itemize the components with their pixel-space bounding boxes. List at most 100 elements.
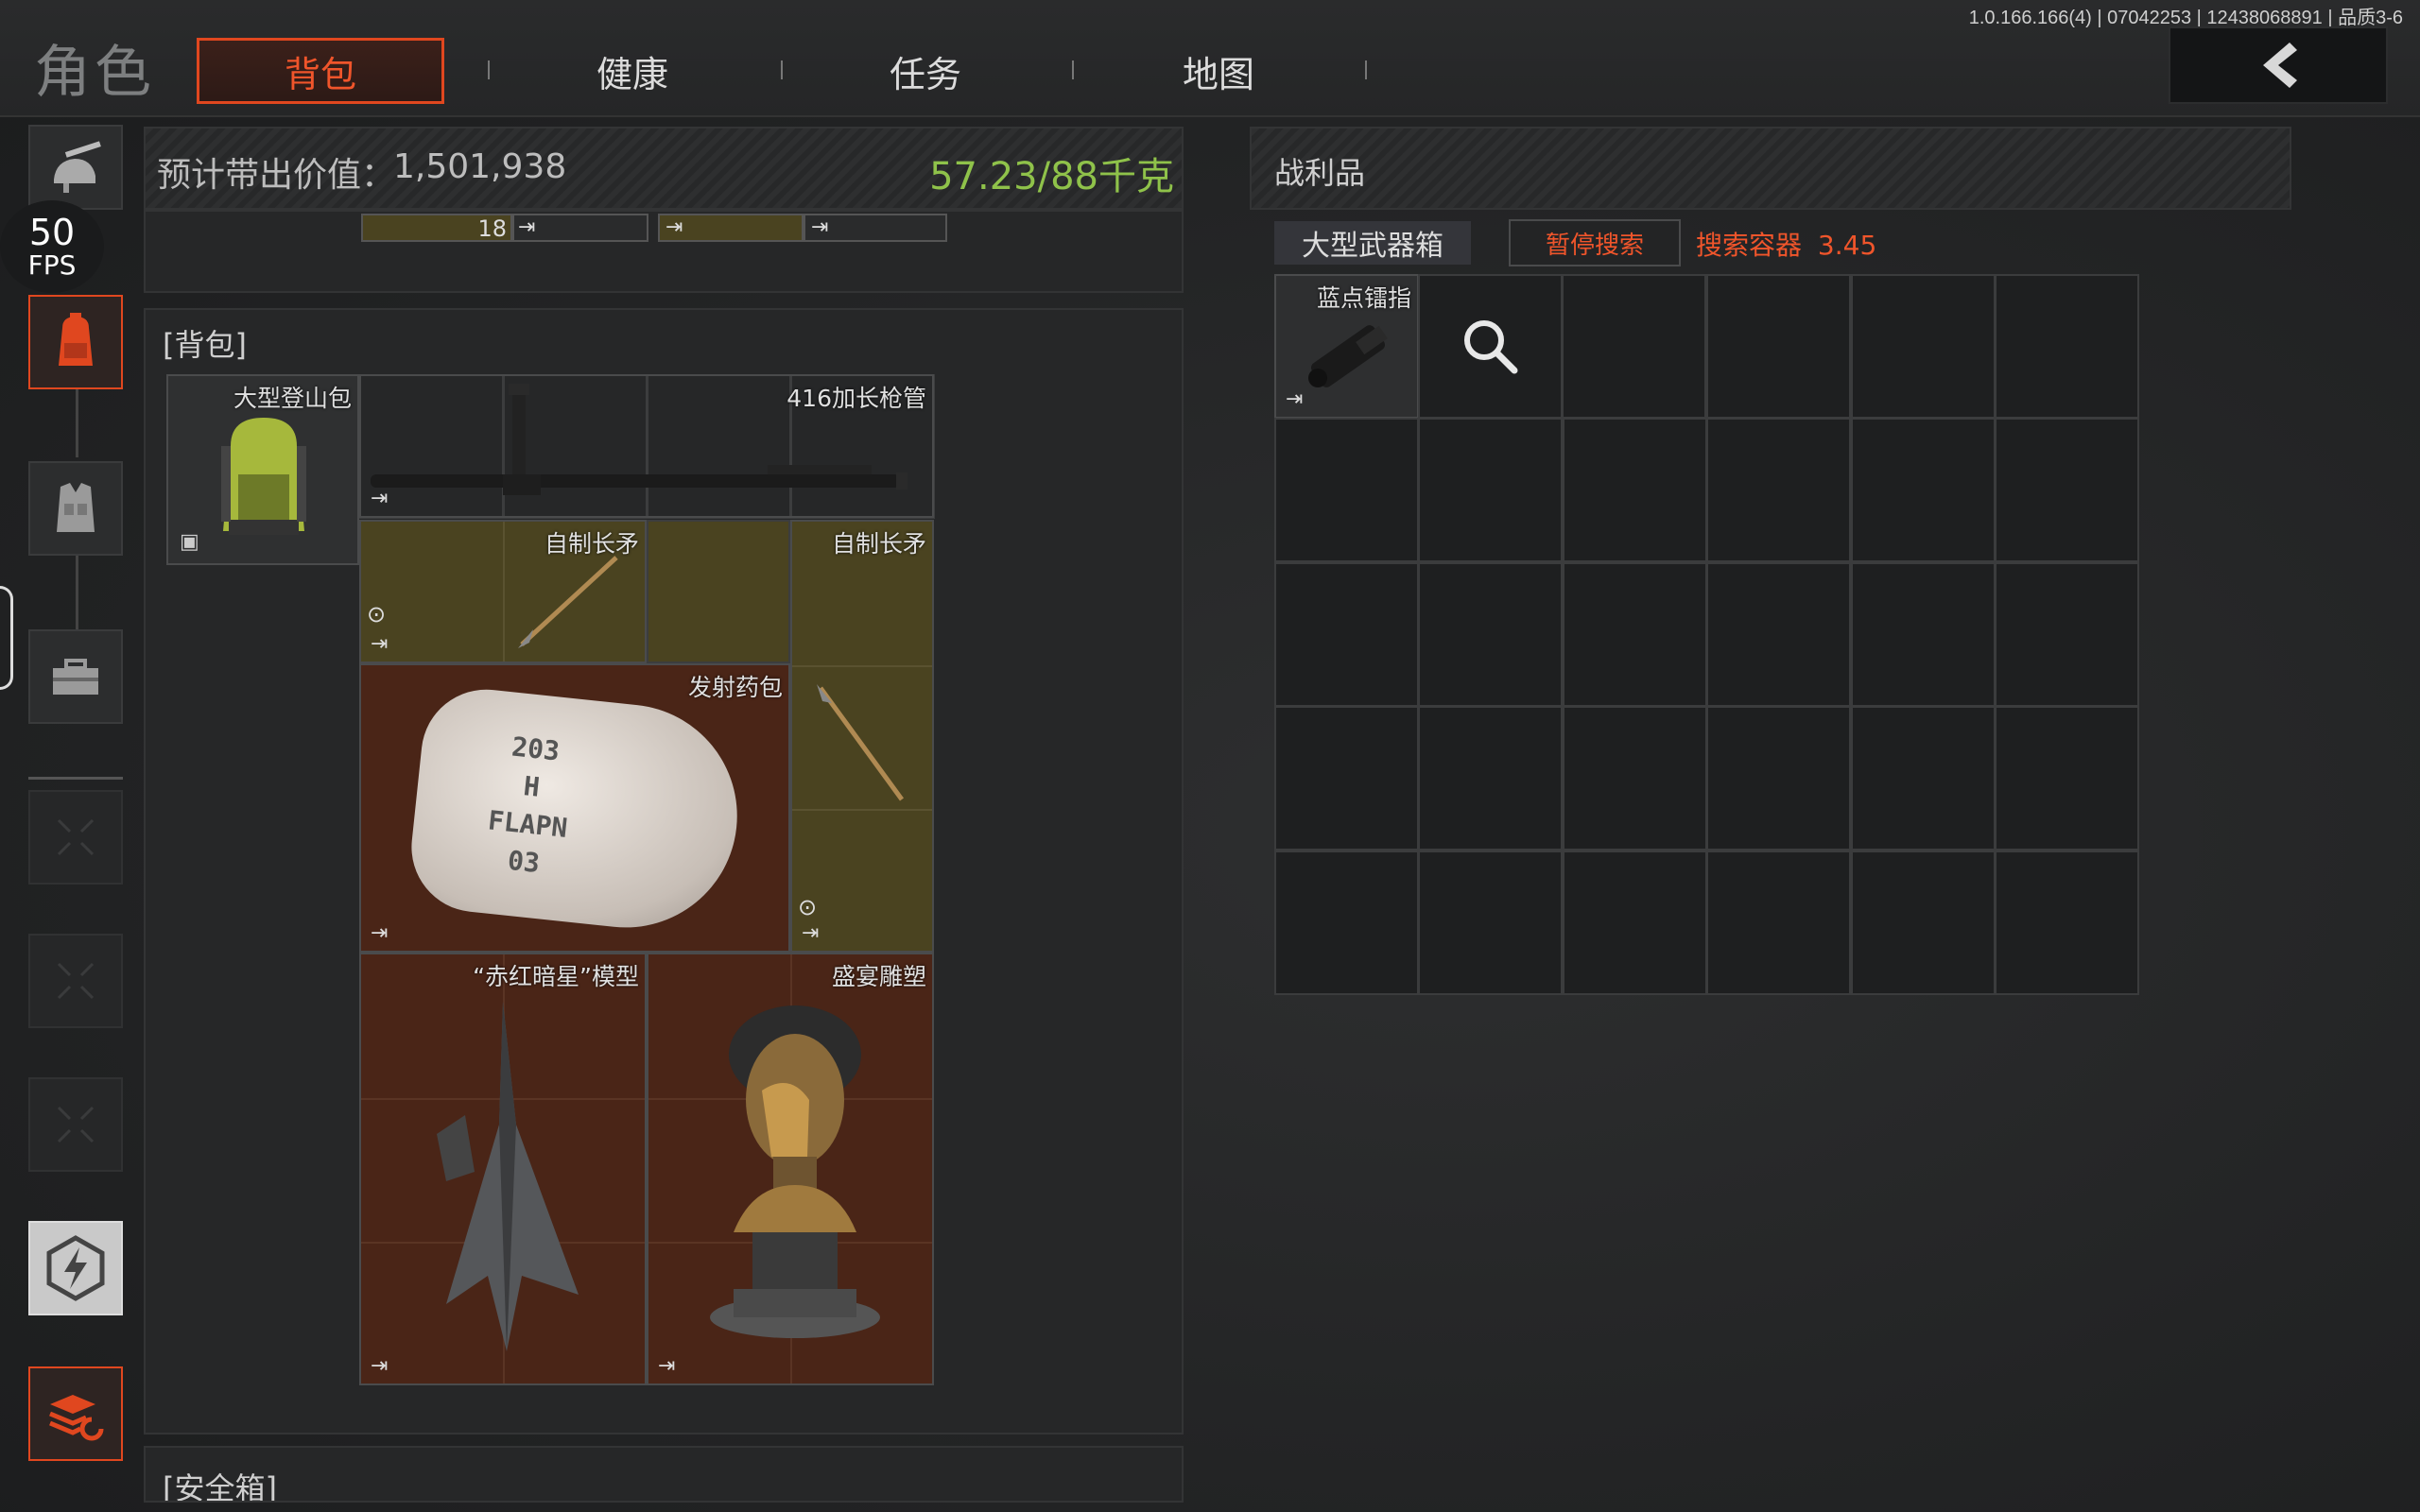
tab-tasks[interactable]: 任务 xyxy=(802,38,1049,104)
loot-grid-cell[interactable] xyxy=(1995,850,2139,995)
sidebar-item-helmet[interactable] xyxy=(28,125,123,210)
powder-bag-label-line: FLAPN 03 xyxy=(486,804,569,880)
loot-grid-cell[interactable] xyxy=(1563,706,1707,850)
tab-map[interactable]: 地图 xyxy=(1095,38,1342,104)
fps-value: 50 xyxy=(28,212,76,253)
tab-backpack[interactable]: 背包 xyxy=(197,38,444,104)
pause-search-button[interactable]: 暂停搜索 xyxy=(1509,219,1681,266)
vest-icon xyxy=(57,483,95,532)
tab-separator xyxy=(1072,60,1074,79)
loot-grid-cell[interactable] xyxy=(1995,706,2139,850)
strip-count: 18 xyxy=(477,215,507,242)
loot-grid-cell[interactable] xyxy=(1418,850,1563,995)
empty-slot-icon xyxy=(57,818,95,856)
side-drawer-handle[interactable] xyxy=(0,586,13,690)
powder-bag-label: 203 H FLAPN 03 xyxy=(465,725,594,887)
tab-health[interactable]: 健康 xyxy=(509,38,756,104)
inventory-item-barrel[interactable]: 416加长枪管 ⇥ xyxy=(359,374,934,518)
helmet-gun-icon xyxy=(54,141,101,193)
loot-grid-cell[interactable] xyxy=(1995,274,2139,419)
search-label: 搜索容器 xyxy=(1696,230,1803,261)
exit-icon: ⇥ xyxy=(658,1354,676,1378)
inventory-item-jet-model[interactable]: “赤红暗星”模型 ⇥ xyxy=(359,953,647,1385)
loot-grid-cell[interactable] xyxy=(1274,706,1419,850)
strip-slot[interactable]: ⇥ xyxy=(658,214,804,242)
backpack-section-label: [背包] xyxy=(163,327,247,363)
powder-bag-image: 203 H FLAPN 03 xyxy=(405,682,749,939)
equipped-backpack-slot[interactable]: 大型登山包 ▣ xyxy=(166,374,359,565)
loot-grid-cell[interactable] xyxy=(1851,706,1996,850)
layers-refresh-icon xyxy=(49,1395,104,1441)
loot-grid-cell[interactable] xyxy=(1851,418,1996,562)
loot-grid-cell[interactable] xyxy=(1995,418,2139,562)
inventory-item-spear[interactable]: 自制长矛 ⊙ ⇥ xyxy=(790,520,934,953)
item-name: 自制长矛 xyxy=(831,530,926,558)
sculpture-item-image xyxy=(710,1005,880,1338)
loot-grid-cell[interactable] xyxy=(1563,562,1707,707)
loot-grid-cell[interactable] xyxy=(1706,850,1851,995)
loot-header xyxy=(1250,127,2291,210)
tab-separator xyxy=(781,60,783,79)
loot-grid-cell[interactable] xyxy=(1851,850,1996,995)
loot-grid-cell[interactable] xyxy=(1851,562,1996,707)
version-info: 1.0.166.166(4) | 07042253 | 12438068891 … xyxy=(1968,8,2403,28)
sidebar-item-empty-3[interactable] xyxy=(28,1077,123,1172)
loot-grid-cell[interactable] xyxy=(1274,562,1419,707)
loot-grid-cell[interactable] xyxy=(1706,418,1851,562)
back-button[interactable] xyxy=(2169,26,2388,104)
exit-icon: ⇥ xyxy=(371,487,389,510)
search-time: 3.45 xyxy=(1817,230,1877,261)
strip-slot[interactable]: ⇥ xyxy=(512,214,648,242)
spear-item-image xyxy=(518,556,618,648)
grid-cell[interactable] xyxy=(647,520,790,663)
backpack-item-image xyxy=(221,418,306,535)
loot-grid-cell[interactable] xyxy=(1563,418,1707,562)
loot-grid-cell[interactable] xyxy=(1418,562,1563,707)
container-name: 大型武器箱 xyxy=(1274,221,1471,265)
rail-connector xyxy=(76,389,78,457)
laser-item-image xyxy=(1308,325,1388,387)
loot-cell-unsearched xyxy=(1562,274,1706,419)
safe-box-panel: [安全箱] xyxy=(144,1446,1184,1503)
fps-counter: 50 FPS xyxy=(0,200,104,293)
barrel-item-image xyxy=(371,384,908,495)
loot-grid-cell[interactable] xyxy=(1418,418,1563,562)
carry-weight: 57.23/88千克 xyxy=(929,155,1174,198)
safe-box-section-label: [安全箱] xyxy=(163,1470,277,1503)
loot-grid-cell[interactable] xyxy=(1851,274,1996,419)
loot-grid-cell[interactable] xyxy=(1563,850,1707,995)
loot-grid-cell[interactable] xyxy=(1995,562,2139,707)
loot-grid-cell[interactable] xyxy=(1706,562,1851,707)
sidebar-item-skill[interactable] xyxy=(28,1221,123,1315)
loot-grid-cell[interactable] xyxy=(1274,418,1419,562)
loot-grid-cell[interactable] xyxy=(1706,274,1851,419)
loot-grid-cell[interactable] xyxy=(1706,706,1851,850)
chevron-left-icon xyxy=(2263,43,2297,88)
spear-item-image xyxy=(817,684,905,801)
loot-grid-cell[interactable] xyxy=(1274,850,1419,995)
exit-icon: ⇥ xyxy=(1286,387,1304,411)
inventory-item-sculpture[interactable]: 盛宴雕塑 ⇥ xyxy=(647,953,934,1385)
estimated-value: 1,501,938 xyxy=(393,147,567,186)
rail-connector xyxy=(76,556,78,629)
sidebar-item-backpack[interactable] xyxy=(28,295,123,389)
loot-grid-cell[interactable] xyxy=(1418,706,1563,850)
value-label: 预计带出价值： xyxy=(157,156,396,195)
exit-icon: ⇥ xyxy=(371,1354,389,1378)
inventory-item-spear[interactable]: 自制长矛 ⊙ ⇥ xyxy=(359,520,647,663)
strip-slot[interactable]: ⇥ xyxy=(804,214,947,242)
sidebar-item-transfer[interactable] xyxy=(28,1366,123,1461)
loot-title: 战利品 xyxy=(1274,155,1366,191)
sidebar-item-vest[interactable] xyxy=(28,461,123,556)
toolbox-icon xyxy=(53,659,98,695)
strip-slot[interactable]: 18 xyxy=(361,214,512,242)
sidebar-item-empty-1[interactable] xyxy=(28,790,123,885)
item-name: 发射药包 xyxy=(687,674,783,701)
search-status: 搜索容器 3.45 xyxy=(1696,225,1876,263)
inventory-item-powder-bag[interactable]: 发射药包 203 H FLAPN 03 ⇥ xyxy=(359,663,790,953)
sidebar-item-empty-2[interactable] xyxy=(28,934,123,1028)
exit-icon: ⇥ xyxy=(802,921,820,945)
rail-divider xyxy=(28,777,123,780)
sidebar-item-toolbox[interactable] xyxy=(28,629,123,724)
loot-item-red-dot-laser[interactable]: 蓝点镭指 ⇥ xyxy=(1274,274,1419,419)
